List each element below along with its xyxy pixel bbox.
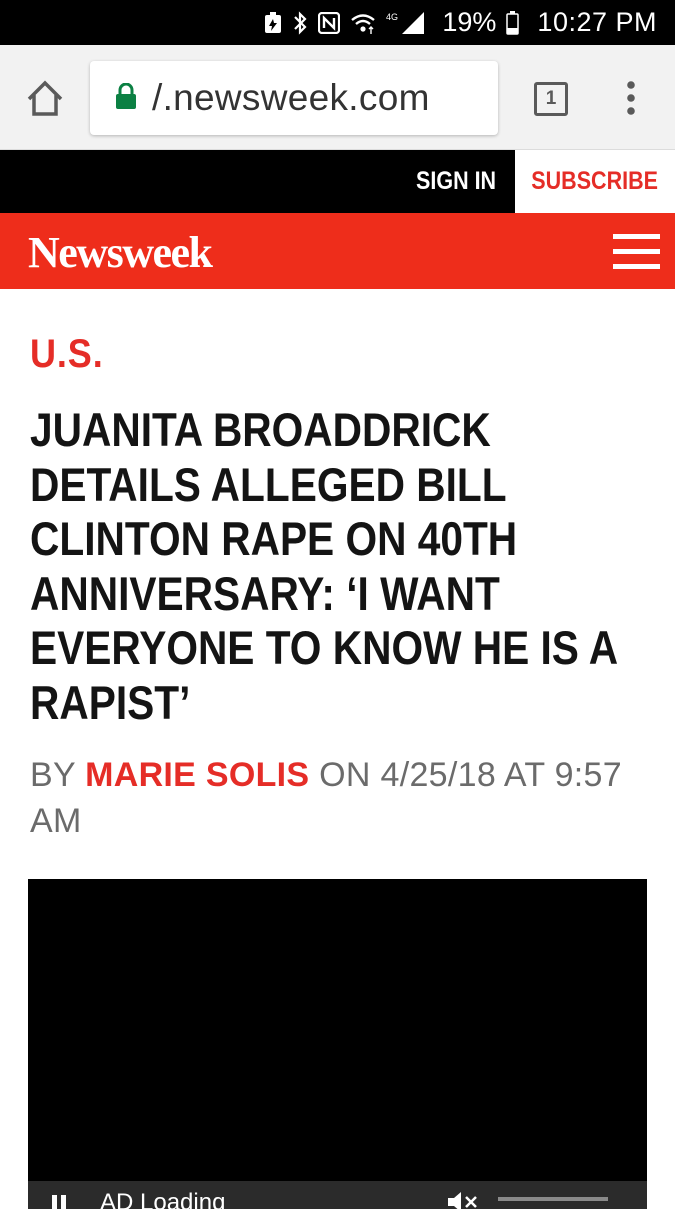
article-headline: JUANITA BROADDRICK DETAILS ALLEGED BILL … [30, 403, 617, 729]
newsweek-logo[interactable]: Newsweek [28, 227, 213, 278]
sign-in-link[interactable]: SIGN IN [416, 150, 496, 213]
home-icon [27, 80, 63, 116]
battery-saver-icon [264, 11, 282, 34]
menu-line [613, 264, 660, 269]
author-link[interactable]: MARIE SOLIS [85, 756, 309, 794]
menu-line [613, 249, 660, 254]
tab-count: 1 [545, 88, 557, 109]
pause-icon[interactable] [50, 1193, 70, 1209]
wifi-icon [350, 11, 376, 35]
lock-icon [116, 82, 136, 114]
ad-loading-text: AD Loading [100, 1189, 226, 1209]
status-bar: 4G 19% 10:27 PM [0, 0, 675, 45]
video-player[interactable]: AD Loading [28, 879, 647, 1209]
home-button[interactable] [24, 77, 66, 119]
signal-icon: 4G [386, 11, 426, 35]
section-label[interactable]: U.S. [30, 332, 104, 377]
battery-icon [506, 10, 520, 35]
bluetooth-icon [292, 10, 308, 35]
browser-menu-button[interactable] [620, 79, 642, 119]
nfc-icon [318, 11, 341, 34]
account-bar: SIGN IN SUBSCRIBE [0, 150, 675, 213]
byline-prefix: BY [30, 756, 86, 794]
address-bar[interactable]: /.newsweek.com [90, 61, 498, 135]
url-text: /.newsweek.com [152, 77, 430, 118]
subscribe-label: SUBSCRIBE [531, 167, 659, 195]
volume-slider[interactable] [498, 1197, 608, 1201]
more-vertical-icon [627, 81, 635, 115]
menu-line [613, 234, 660, 239]
svg-text:4G: 4G [386, 12, 398, 22]
video-controls: AD Loading [28, 1181, 647, 1209]
subscribe-button[interactable]: SUBSCRIBE [515, 150, 675, 213]
hamburger-menu-button[interactable] [613, 234, 660, 270]
browser-toolbar: /.newsweek.com 1 [0, 45, 675, 150]
battery-percent: 19% [442, 7, 497, 37]
mute-icon[interactable] [446, 1191, 480, 1209]
byline: BY MARIE SOLIS ON 4/25/18 AT 9:57 AM [30, 752, 640, 844]
tab-switcher-button[interactable]: 1 [534, 82, 568, 116]
clock: 10:27 PM [537, 7, 657, 37]
site-header: Newsweek [0, 213, 675, 289]
